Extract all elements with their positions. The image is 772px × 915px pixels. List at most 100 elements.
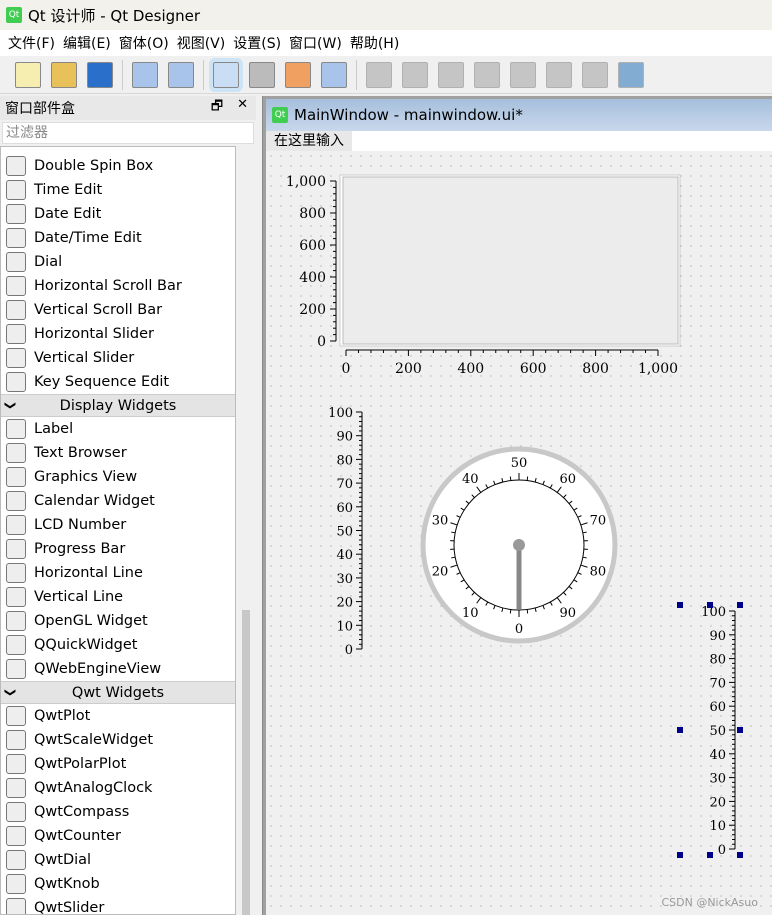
adjust-size-icon[interactable] xyxy=(618,61,644,88)
edit-tab-order-icon[interactable] xyxy=(321,61,347,88)
qwtdial-icon xyxy=(6,850,26,870)
vertical-line-icon xyxy=(6,587,26,607)
edit-buddies-icon[interactable] xyxy=(285,61,311,88)
widget-item-label: QwtKnob xyxy=(34,876,100,892)
title-bar: Qt Qt 设计师 - Qt Designer xyxy=(0,0,772,30)
form-subwindow: Qt MainWindow - mainwindow.ui* 在这里输入 xyxy=(266,99,772,915)
widget-item-qwtslider[interactable]: QwtSlider xyxy=(1,896,235,914)
menu-0[interactable]: 文件(F) xyxy=(8,33,55,53)
widget-item-progress-bar[interactable]: Progress Bar xyxy=(1,537,235,561)
selection-handle[interactable] xyxy=(707,602,713,608)
qwtslider-icon xyxy=(6,898,26,914)
widget-item-text-browser[interactable]: Text Browser xyxy=(1,441,235,465)
widget-item-label: Horizontal Scroll Bar xyxy=(34,278,182,294)
widget-item-graphics-view[interactable]: Graphics View xyxy=(1,465,235,489)
widget-item-qwtplot[interactable]: QwtPlot xyxy=(1,704,235,728)
selection-handle[interactable] xyxy=(677,852,683,858)
bring-to-front-icon[interactable] xyxy=(168,61,194,88)
form-canvas[interactable] xyxy=(266,151,772,915)
filter-input[interactable]: 过滤器 xyxy=(2,122,254,144)
widget-item-horizontal-line[interactable]: Horizontal Line xyxy=(1,561,235,585)
vertical-slider-icon xyxy=(6,348,26,368)
widget-item-label: Double Spin Box xyxy=(34,158,154,174)
menu-5[interactable]: 窗口(W) xyxy=(289,33,342,53)
break-layout-icon[interactable] xyxy=(582,61,608,88)
chevron-down-icon: ❯ xyxy=(4,400,18,411)
menu-bar: 文件(F) 编辑(E) 窗体(O) 视图(V) 设置(S) 窗口(W) 帮助(H) xyxy=(0,30,772,56)
widget-item-label: OpenGL Widget xyxy=(34,613,148,629)
menu-6[interactable]: 帮助(H) xyxy=(350,33,399,53)
widget-box-dock: 窗口部件盒 🗗 ✕ 过滤器 Double Spin Box Time Edit Date… xyxy=(0,96,256,915)
widget-item-qwebengineview[interactable]: QWebEngineView xyxy=(1,657,235,681)
widget-item-vertical-line[interactable]: Vertical Line xyxy=(1,585,235,609)
layout-horizontal-splitter-icon[interactable] xyxy=(438,61,464,88)
widget-item-dial[interactable]: Dial xyxy=(1,250,235,274)
selection-handle[interactable] xyxy=(737,852,743,858)
widget-item-double-spin-box[interactable]: Double Spin Box xyxy=(1,154,235,178)
float-icon[interactable]: 🗗 xyxy=(211,97,223,119)
close-icon[interactable]: ✕ xyxy=(237,97,248,119)
edit-signals-slots-icon[interactable] xyxy=(249,61,275,88)
layout-vertical-icon[interactable] xyxy=(402,61,428,88)
widget-item-time-edit[interactable]: Time Edit xyxy=(1,178,235,202)
send-to-back-icon[interactable] xyxy=(132,61,158,88)
widget-item-label: QwtPlot xyxy=(34,708,91,724)
widget-item-label: Key Sequence Edit xyxy=(34,374,170,390)
widget-item-date-edit[interactable]: Date Edit xyxy=(1,202,235,226)
widget-item-lcd-number[interactable]: LCD Number xyxy=(1,513,235,537)
widget-item-label: Vertical Scroll Bar xyxy=(34,302,163,318)
new-icon[interactable] xyxy=(15,61,41,88)
widget-item-qwtcompass[interactable]: QwtCompass xyxy=(1,800,235,824)
widget-item-label: QQuickWidget xyxy=(34,637,138,653)
type-here-menu[interactable]: 在这里输入 xyxy=(266,131,352,151)
open-icon[interactable] xyxy=(51,61,77,88)
layout-form-icon[interactable] xyxy=(546,61,572,88)
widget-item-opengl-widget[interactable]: OpenGL Widget xyxy=(1,609,235,633)
widget-item-vertical-scroll-bar[interactable]: Vertical Scroll Bar xyxy=(1,298,235,322)
widget-item-qwtdial[interactable]: QwtDial xyxy=(1,848,235,872)
horizontal-slider-icon xyxy=(6,324,26,344)
widget-item-horizontal-scroll-bar[interactable]: Horizontal Scroll Bar xyxy=(1,274,235,298)
qwtcounter-icon xyxy=(6,826,26,846)
widget-item-key-sequence-edit[interactable]: Key Sequence Edit xyxy=(1,370,235,394)
widget-item-qwtscalewidget[interactable]: QwtScaleWidget xyxy=(1,728,235,752)
qwtscalewidget-icon xyxy=(6,730,26,750)
calendar-widget-icon xyxy=(6,491,26,511)
category-qwt-widgets[interactable]: ❯ Qwt Widgets xyxy=(1,681,235,704)
layout-horizontal-icon[interactable] xyxy=(366,61,392,88)
menu-1[interactable]: 编辑(E) xyxy=(63,33,111,53)
widget-item-date-time-edit[interactable]: Date/Time Edit xyxy=(1,226,235,250)
horizontal-line-icon xyxy=(6,563,26,583)
category-display-widgets[interactable]: ❯ Display Widgets xyxy=(1,394,235,417)
selection-handle[interactable] xyxy=(707,852,713,858)
selection-handle[interactable] xyxy=(677,727,683,733)
edit-widgets-icon[interactable] xyxy=(209,57,243,92)
qwtknob-icon xyxy=(6,874,26,894)
menu-4[interactable]: 设置(S) xyxy=(233,33,281,53)
qquickwidget-icon xyxy=(6,635,26,655)
widget-item-vertical-slider[interactable]: Vertical Slider xyxy=(1,346,235,370)
menu-2[interactable]: 窗体(O) xyxy=(119,33,169,53)
selection-handle[interactable] xyxy=(737,602,743,608)
widget-item-label: Calendar Widget xyxy=(34,493,155,509)
widget-item-label[interactable]: Label xyxy=(1,417,235,441)
widget-item-horizontal-slider[interactable]: Horizontal Slider xyxy=(1,322,235,346)
widget-item-calendar-widget[interactable]: Calendar Widget xyxy=(1,489,235,513)
layout-vertical-splitter-icon[interactable] xyxy=(474,61,500,88)
widget-item-label: Vertical Line xyxy=(34,589,124,605)
widget-item-label: QwtCounter xyxy=(34,828,121,844)
widget-item-qwtanalogclock[interactable]: QwtAnalogClock xyxy=(1,776,235,800)
qwtanalogclock-icon xyxy=(6,778,26,798)
widget-item-qwtpolarplot[interactable]: QwtPolarPlot xyxy=(1,752,235,776)
selection-handle[interactable] xyxy=(677,602,683,608)
widget-item-qwtknob[interactable]: QwtKnob xyxy=(1,872,235,896)
layout-grid-icon[interactable] xyxy=(510,61,536,88)
scrollbar-thumb[interactable] xyxy=(242,610,250,915)
widget-item-label: QWebEngineView xyxy=(34,661,162,677)
widget-item-qquickwidget[interactable]: QQuickWidget xyxy=(1,633,235,657)
widget-item-qwtcounter[interactable]: QwtCounter xyxy=(1,824,235,848)
save-icon[interactable] xyxy=(87,61,113,88)
category-label: Qwt Widgets xyxy=(71,684,165,701)
selection-handle[interactable] xyxy=(737,727,743,733)
menu-3[interactable]: 视图(V) xyxy=(177,33,226,53)
